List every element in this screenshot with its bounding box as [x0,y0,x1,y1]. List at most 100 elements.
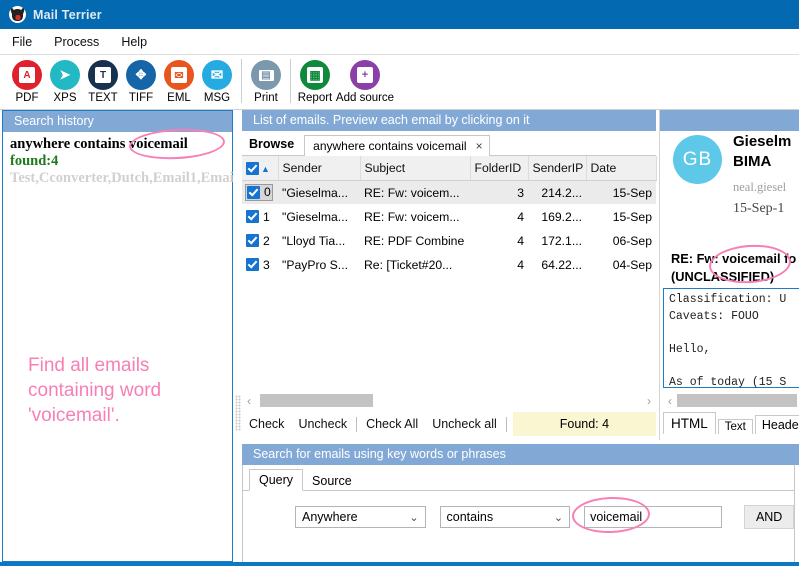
query-result-tab[interactable]: anywhere contains voicemail × [304,135,489,156]
toolbar-button-text[interactable]: T TEXT [84,60,122,104]
preview-sender-email: neal.giesel [733,180,799,195]
toolbar-label-add-source: Add source [336,92,394,104]
avatar: GB [673,135,722,184]
check-button[interactable]: Check [242,417,291,431]
cell-senderip: 172.1... [528,229,586,253]
title-bar: Mail Terrier [0,0,799,29]
eml-export-icon: ✉ [164,60,194,90]
cell-folderid: 4 [470,253,528,277]
row-select-cell[interactable]: 2 [242,229,278,253]
tab-query[interactable]: Query [249,469,303,491]
menu-item-process[interactable]: Process [54,35,99,49]
cell-date: 15-Sep [586,205,656,229]
table-row[interactable]: 3 "PayPro S... Re: [Ticket#20... 4 64.22… [242,253,656,277]
table-row[interactable]: 2 "Lloyd Tia... RE: PDF Combine 4 172.1.… [242,229,656,253]
cell-folderid: 4 [470,229,528,253]
toolbar-label-text: TEXT [88,92,117,104]
tab-headers[interactable]: Headers [755,415,799,434]
preview-date: 15-Sep-1 [733,201,799,217]
email-preview-panel: GB GieselmBIMA neal.giesel 15-Sep-1 RE: … [659,110,799,440]
row-checkbox[interactable] [246,210,259,223]
row-select-cell[interactable]: 1 [242,205,278,229]
cell-sender: "Gieselma... [278,205,360,229]
field-select-value: Anywhere [302,510,358,524]
toolbar-label-print: Print [254,92,278,104]
preview-hscrollbar[interactable]: ‹ [663,392,799,409]
table-row[interactable]: 1 "Gieselma... RE: Fw: voicem... 4 169.2… [242,205,656,229]
cell-folderid: 3 [470,181,528,205]
cell-date: 06-Sep [586,229,656,253]
splitter-grip-dots [235,395,241,431]
toolbar-button-report[interactable]: ▦ Report [296,60,334,104]
cell-date: 04-Sep [586,253,656,277]
row-checkbox[interactable] [246,234,259,247]
table-row[interactable]: 0 "Gieselma... RE: Fw: voicem... 3 214.2… [242,181,656,205]
cell-senderip: 214.2... [528,181,586,205]
toolbar-button-xps[interactable]: ➤ XPS [46,60,84,104]
toolbar-label-xps: XPS [53,92,76,104]
toolbar-label-msg: MSG [204,92,230,104]
column-header-date[interactable]: Date [586,156,656,181]
hscroll-track[interactable] [256,394,642,407]
search-value-input[interactable]: voicemail [584,506,722,528]
toolbar-button-tiff[interactable]: ✥ TIFF [122,60,160,104]
row-select-cell[interactable]: 3 [242,253,278,277]
search-history-query[interactable]: anywhere contains voicemail [10,136,226,153]
search-history-found: found:4 [10,153,226,170]
check-all-button[interactable]: Check All [359,417,425,431]
cell-senderip: 169.2... [528,205,586,229]
annotation-note: Find all emails containing word 'voicema… [28,353,228,428]
toolbar-button-add-source[interactable]: + Add source [334,60,396,104]
search-history-caption: Search history [3,111,232,132]
search-history-list[interactable]: anywhere contains voicemail found:4 Test… [3,132,232,187]
toolbar-divider-1 [241,59,242,103]
cell-subject: Re: [Ticket#20... [360,253,470,277]
column-header-select[interactable]: ▲ [242,156,278,181]
and-button[interactable]: AND [744,505,794,529]
toolbar-button-pdf[interactable]: A PDF [8,60,46,104]
preview-tab-strip: HTML Text Headers [663,410,799,434]
panel-splitter[interactable] [234,110,242,562]
scroll-right-icon[interactable]: › [642,394,656,408]
window-title: Mail Terrier [33,8,102,22]
tab-source[interactable]: Source [303,471,361,491]
dog-head-icon [9,6,26,23]
column-header-folderid[interactable]: FolderID [470,156,528,181]
tab-html[interactable]: HTML [663,412,716,434]
preview-scroll-left-icon[interactable]: ‹ [663,394,677,408]
cell-sender: "Lloyd Tia... [278,229,360,253]
row-select-cell[interactable]: 0 [242,181,278,205]
field-select[interactable]: Anywhere ⌄ [295,506,426,528]
preview-hscroll-track[interactable] [677,394,799,407]
toolbar-label-pdf: PDF [16,92,39,104]
operator-select[interactable]: contains ⌄ [440,506,571,528]
scroll-left-icon[interactable]: ‹ [242,394,256,408]
row-checkbox[interactable] [246,258,259,271]
select-all-checkbox[interactable] [246,162,259,175]
email-list-hscrollbar[interactable]: ‹ › [242,392,656,409]
column-header-subject[interactable]: Subject [360,156,470,181]
preview-body: Classification: U Caveats: FOUO Hello, A… [663,288,799,388]
menu-item-help[interactable]: Help [121,35,147,49]
uncheck-all-button[interactable]: Uncheck all [425,417,504,431]
cell-sender: "Gieselma... [278,181,360,205]
menu-item-file[interactable]: File [12,35,32,49]
uncheck-button[interactable]: Uncheck [291,417,354,431]
tab-text[interactable]: Text [718,419,753,434]
column-header-sender[interactable]: Sender [278,156,360,181]
cell-subject: RE: Fw: voicem... [360,181,470,205]
toolbar-button-eml[interactable]: ✉ EML [160,60,198,104]
browse-label[interactable]: Browse [242,137,304,155]
close-icon[interactable]: × [476,139,483,153]
column-header-senderip[interactable]: SenderIP [528,156,586,181]
msg-export-icon: ✉ [202,60,232,90]
query-result-tab-label: anywhere contains voicemail [313,139,466,153]
query-panel: Search for emails using key words or phr… [242,444,799,564]
preview-sender-name: GieselmBIMA [733,132,799,172]
preview-hscroll-thumb[interactable] [677,394,797,407]
operator-select-value: contains [447,510,494,524]
toolbar-button-print[interactable]: ▤ Print [247,60,285,104]
row-checkbox[interactable] [247,186,260,199]
toolbar-button-msg[interactable]: ✉ MSG [198,60,236,104]
hscroll-thumb[interactable] [260,394,373,407]
